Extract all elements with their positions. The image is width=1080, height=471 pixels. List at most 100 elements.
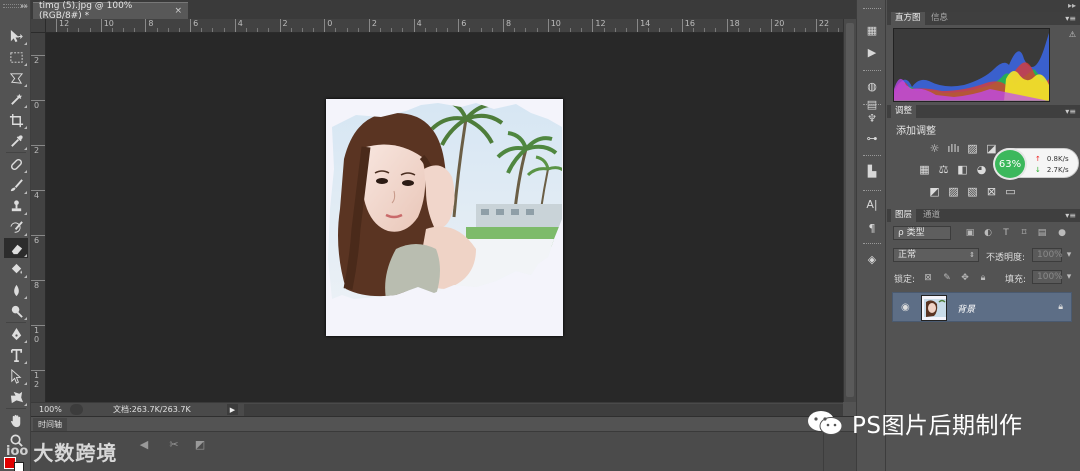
filter-adjustment-icon[interactable]: ◐: [983, 228, 993, 238]
visibility-eye-icon[interactable]: ◉: [901, 302, 910, 313]
transition-icon[interactable]: ◩: [194, 439, 206, 451]
fill-dropdown-icon[interactable]: ▾: [1064, 272, 1074, 282]
healing-brush-tool-icon[interactable]: [4, 154, 28, 174]
column-grip[interactable]: [863, 155, 881, 156]
history-icon[interactable]: ▦: [863, 22, 881, 38]
ruler-mark: 4: [413, 19, 422, 32]
actions-play-icon[interactable]: ▶: [863, 44, 881, 60]
paint-bucket-tool-icon[interactable]: [4, 259, 28, 279]
black-white-icon[interactable]: ◧: [956, 163, 969, 176]
photo-filter-icon[interactable]: ◕: [975, 163, 988, 176]
lock-pixels-icon[interactable]: ✎: [942, 273, 952, 283]
brush-tool-icon[interactable]: [4, 175, 28, 195]
add-adjustment-title: 添加调整: [896, 126, 936, 137]
vertical-scrollbar[interactable]: [843, 19, 856, 402]
filter-smart-object-icon[interactable]: ▤: [1037, 228, 1047, 238]
status-info-icon[interactable]: [70, 404, 83, 415]
tab-adjustments[interactable]: 调整: [891, 105, 917, 118]
blur-tool-icon[interactable]: [4, 280, 28, 300]
vertical-scroll-thumb[interactable]: [846, 23, 854, 397]
document-tab[interactable]: timg (5).jpg @ 100%(RGB/8#) * ×: [33, 1, 188, 21]
layer-name[interactable]: 背景: [957, 302, 975, 315]
horizontal-ruler[interactable]: 12 10 8 6 4 2 0 2 4 6 8 10 12 14 16 18 20 22: [46, 19, 843, 33]
3d-icon[interactable]: ◈: [863, 251, 881, 267]
ruler-tick: [435, 28, 437, 32]
color-icon[interactable]: ◍: [863, 78, 881, 94]
brightness-icon[interactable]: ☼: [928, 142, 941, 155]
filter-type-icon[interactable]: T: [1001, 228, 1011, 238]
hand-tool-icon[interactable]: [4, 410, 28, 430]
marquee-tool-icon[interactable]: [4, 47, 28, 67]
vertical-ruler[interactable]: 2 0 2 4 6 8 1 0 1 2: [31, 33, 46, 402]
column-grip[interactable]: [863, 70, 881, 71]
eraser-tool-icon[interactable]: [4, 238, 28, 258]
histogram-warning-icon[interactable]: ⚠: [1069, 30, 1076, 39]
ruler-mark: 4: [234, 19, 243, 32]
tab-channels[interactable]: 通道: [919, 209, 944, 222]
eyedropper-tool-icon[interactable]: [4, 131, 28, 151]
color-balance-icon[interactable]: ⚖: [937, 163, 950, 176]
filter-toggle-icon[interactable]: ●: [1057, 228, 1067, 238]
path-selection-tool-icon[interactable]: [4, 366, 28, 386]
character-icon[interactable]: A|: [863, 196, 881, 212]
brush-presets-icon[interactable]: ♆: [863, 110, 881, 126]
crop-tool-icon[interactable]: [4, 110, 28, 130]
fill-input[interactable]: 100%: [1032, 270, 1063, 284]
status-menu-arrow-icon[interactable]: ▶: [227, 404, 238, 415]
scissors-icon[interactable]: ✂: [168, 439, 180, 451]
layer-filter-kind[interactable]: ρ 类型: [893, 226, 951, 240]
blend-mode-value: 正常: [898, 250, 917, 260]
tools-collapse-icon[interactable]: ▸▸: [21, 2, 28, 10]
brush-settings-icon[interactable]: ⊶: [863, 130, 881, 146]
move-tool-icon[interactable]: [4, 26, 28, 46]
tab-info[interactable]: 信息: [927, 12, 952, 25]
timeline-play-icon[interactable]: ◀: [138, 439, 150, 451]
posterize-icon[interactable]: ▨: [947, 185, 960, 198]
invert-icon[interactable]: ◩: [928, 185, 941, 198]
opacity-input[interactable]: 100%: [1032, 248, 1063, 262]
vibrance-icon[interactable]: ▦: [918, 163, 931, 176]
paragraph-icon[interactable]: ¶: [863, 220, 881, 236]
dock-collapse-icon[interactable]: ▸▸: [1068, 1, 1076, 10]
ruler-tick: [346, 28, 348, 32]
shape-tool-icon[interactable]: [4, 387, 28, 407]
panel-menu-icon[interactable]: ▾≡: [1065, 12, 1076, 25]
column-grip[interactable]: [863, 104, 881, 105]
levels-icon[interactable]: ıllı: [947, 142, 960, 155]
filter-shape-icon[interactable]: ⌑: [1019, 228, 1029, 238]
type-tool-icon[interactable]: [4, 345, 28, 365]
filter-pixel-icon[interactable]: ▣: [965, 228, 975, 238]
tab-histogram[interactable]: 直方图: [891, 12, 925, 25]
panel-menu-icon[interactable]: ▾≡: [1065, 209, 1076, 222]
pen-tool-icon[interactable]: [4, 324, 28, 344]
timeline-body: [31, 431, 856, 471]
selective-color-icon[interactable]: ⊠: [985, 185, 998, 198]
lock-transparent-icon[interactable]: ⊠: [923, 273, 933, 283]
network-speed-widget[interactable]: 63% ↑ 0.8K/s ↓ 2.7K/s: [993, 148, 1079, 180]
column-grip[interactable]: [863, 243, 881, 244]
ruler-origin[interactable]: [31, 19, 46, 33]
quick-selection-tool-icon[interactable]: [4, 89, 28, 109]
lock-position-icon[interactable]: ✥: [960, 273, 970, 283]
tab-layers[interactable]: 图层: [891, 209, 917, 222]
column-grip[interactable]: [863, 190, 881, 191]
opacity-dropdown-icon[interactable]: ▾: [1064, 250, 1074, 260]
clone-stamp-tool-icon[interactable]: [4, 196, 28, 216]
history-brush-tool-icon[interactable]: [4, 217, 28, 237]
dodge-tool-icon[interactable]: [4, 301, 28, 321]
tool-presets-icon[interactable]: ▙: [863, 163, 881, 179]
panel-menu-icon[interactable]: ▾≡: [1065, 105, 1076, 118]
zoom-level[interactable]: 100%: [31, 405, 65, 414]
document-image[interactable]: [326, 99, 563, 336]
threshold-icon[interactable]: ▧: [966, 185, 979, 198]
blend-mode-select[interactable]: 正常 ⇕: [893, 248, 979, 262]
lock-all-icon[interactable]: 🔒︎: [978, 273, 988, 283]
column-grip[interactable]: [863, 8, 881, 9]
lasso-tool-icon[interactable]: [4, 68, 28, 88]
layer-row-background[interactable]: ◉ 背景 🔒︎: [892, 292, 1072, 322]
horizontal-scrollbar[interactable]: [244, 403, 843, 416]
gradient-map-icon[interactable]: ▭: [1004, 185, 1017, 198]
timeline-tab[interactable]: 时间轴: [33, 418, 67, 431]
curves-icon[interactable]: ▨: [966, 142, 979, 155]
close-icon[interactable]: ×: [174, 6, 182, 16]
